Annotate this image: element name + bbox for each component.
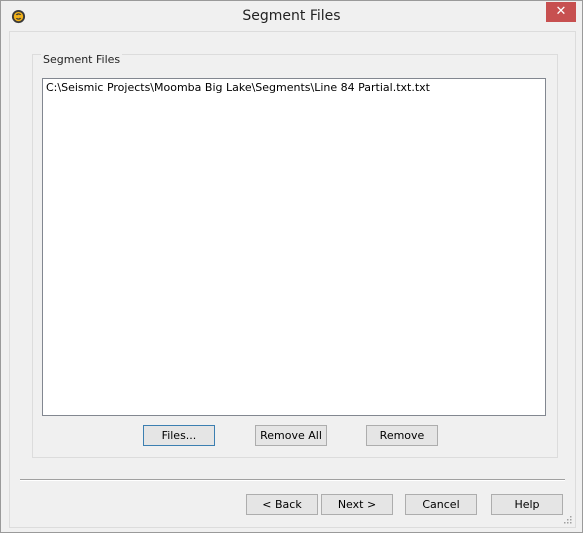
title-bar[interactable]: Segment Files ✕ <box>1 1 582 31</box>
remove-all-button[interactable]: Remove All <box>255 425 327 446</box>
footer-separator <box>20 479 565 481</box>
files-button[interactable]: Files... <box>143 425 215 446</box>
dialog-client-area: Segment Files C:\Seismic Projects\Moomba… <box>9 31 576 528</box>
segment-files-window: Segment Files ✕ Segment Files C:\Seismic… <box>0 0 583 533</box>
remove-button[interactable]: Remove <box>366 425 438 446</box>
resize-grip-icon[interactable] <box>562 514 572 524</box>
list-item[interactable]: C:\Seismic Projects\Moomba Big Lake\Segm… <box>46 81 430 94</box>
close-button[interactable]: ✕ <box>546 2 576 22</box>
help-button[interactable]: Help <box>491 494 563 515</box>
close-icon: ✕ <box>555 4 567 19</box>
next-button[interactable]: Next > <box>321 494 393 515</box>
cancel-button[interactable]: Cancel <box>405 494 477 515</box>
segment-files-group: Segment Files C:\Seismic Projects\Moomba… <box>32 53 558 458</box>
window-title: Segment Files <box>242 8 341 24</box>
back-button[interactable]: < Back <box>246 494 318 515</box>
group-label: Segment Files <box>41 53 123 66</box>
segment-files-list[interactable]: C:\Seismic Projects\Moomba Big Lake\Segm… <box>42 78 546 416</box>
